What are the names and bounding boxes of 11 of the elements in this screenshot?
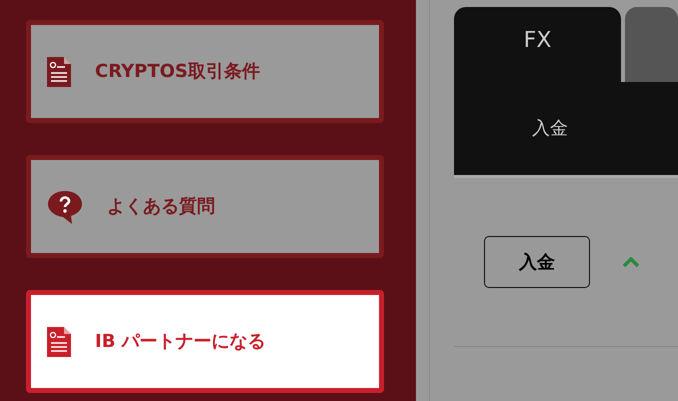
question-bubble-icon xyxy=(47,188,83,224)
chevron-up-icon[interactable] xyxy=(622,256,640,268)
sub-tab[interactable]: 入金 xyxy=(526,114,574,143)
tab[interactable]: FX xyxy=(454,7,622,82)
sidebar-item[interactable]: IB パートナーになる xyxy=(26,290,384,393)
tab[interactable] xyxy=(625,7,678,82)
sidebar-item[interactable]: よくある質問 xyxy=(26,155,384,258)
sidebar-item[interactable]: CRYPTOS取引条件 xyxy=(26,20,384,123)
document-icon xyxy=(47,326,71,356)
document-icon xyxy=(47,56,71,86)
deposit-button[interactable]: 入金 xyxy=(484,236,590,288)
